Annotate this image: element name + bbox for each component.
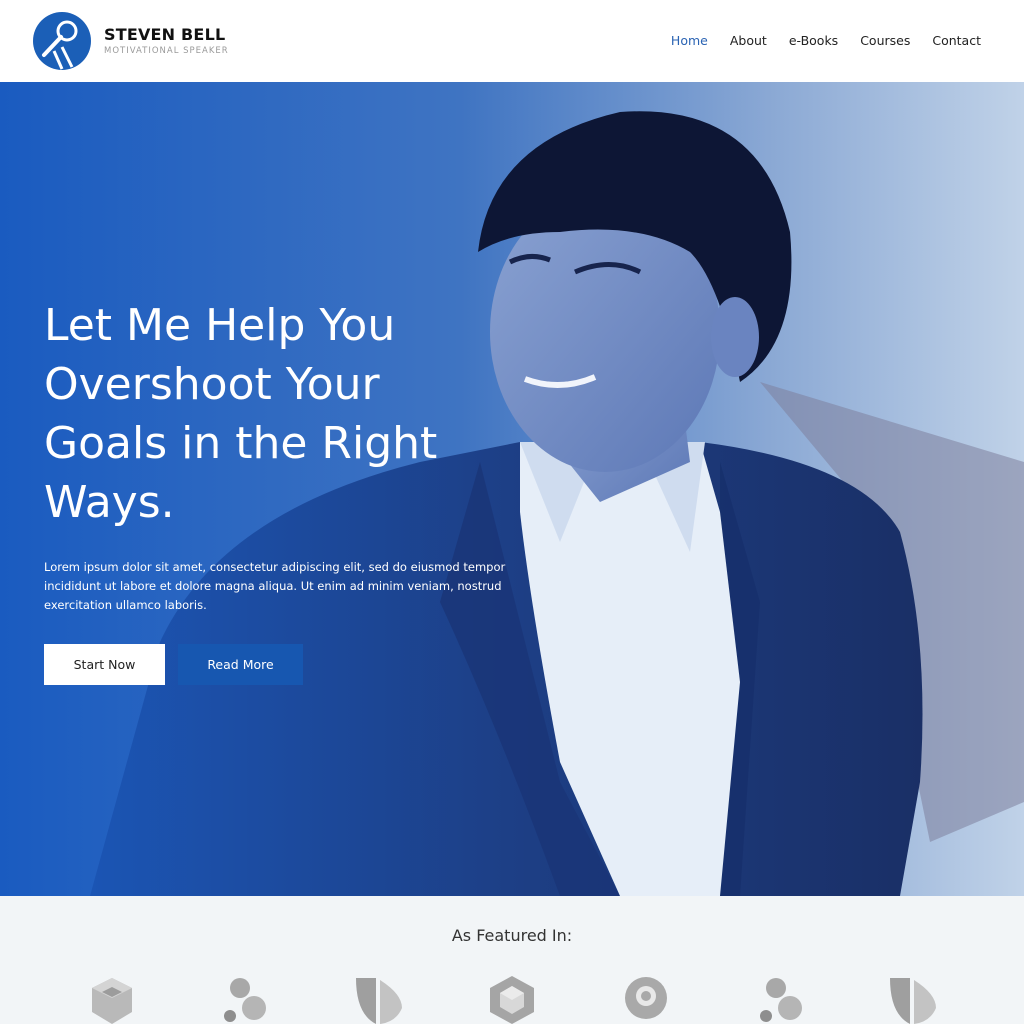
hero-text: Lorem ipsum dolor sit amet, consectetur … [44, 560, 506, 612]
site-header: STEVEN BELL MOTIVATIONAL SPEAKER Home Ab… [0, 0, 1024, 82]
microphone-icon [33, 12, 91, 70]
leaf-play-logo-icon [356, 978, 402, 1024]
nav-item-ebooks[interactable]: e-Books [789, 32, 838, 50]
brand-tagline: MOTIVATIONAL SPEAKER [104, 46, 229, 56]
cube-logo-icon [92, 978, 132, 1024]
hero-title: Let Me Help You Overshoot Your Goals in … [44, 300, 438, 528]
hexagon-cube-logo-icon [490, 976, 534, 1024]
read-more-button[interactable]: Read More [178, 644, 303, 685]
featured-title: As Featured In: [451, 926, 573, 945]
nav-item-home[interactable]: Home [671, 32, 708, 50]
molecule-logo-icon [760, 978, 802, 1022]
nav-item-about[interactable]: About [730, 32, 767, 50]
hero-section: Let Me Help You Overshoot Your Goals in … [0, 82, 1024, 896]
main-nav: Home About e-Books Courses Contact [649, 32, 981, 50]
molecule-logo-icon [224, 978, 266, 1022]
nav-item-contact[interactable]: Contact [932, 32, 981, 50]
pin-logo-icon [625, 977, 667, 1019]
brand-name: STEVEN BELL [104, 25, 226, 44]
nav-item-courses[interactable]: Courses [860, 32, 910, 50]
featured-section: As Featured In: [0, 896, 1024, 1024]
start-now-button[interactable]: Start Now [44, 644, 165, 685]
leaf-play-logo-icon [890, 978, 936, 1024]
site-logo[interactable]: STEVEN BELL MOTIVATIONAL SPEAKER [32, 11, 229, 71]
